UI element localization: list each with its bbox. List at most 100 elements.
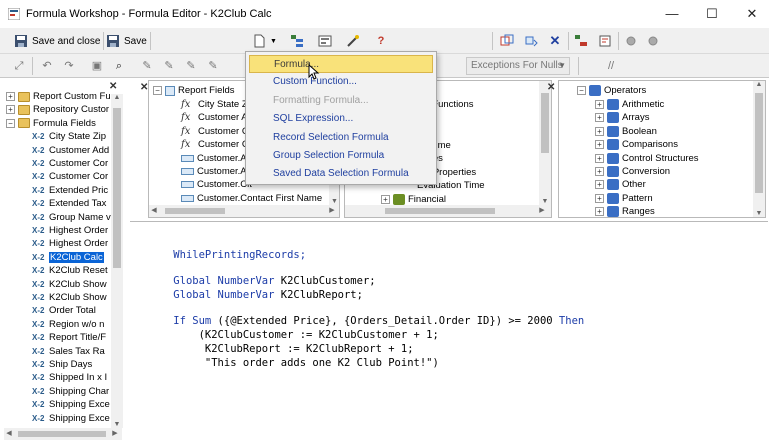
folder-node[interactable]: + Report Custom Fu xyxy=(6,90,111,103)
expander-icon[interactable]: + xyxy=(595,113,604,123)
toggle-properties-button[interactable] xyxy=(290,32,304,50)
field-node[interactable]: Customer.A xyxy=(181,152,247,165)
comment-button[interactable]: // xyxy=(604,57,618,75)
field-node[interactable]: Customer.Cit xyxy=(181,178,252,191)
bookmark-next-icon[interactable]: ✎ xyxy=(160,57,178,75)
expander-icon[interactable]: − xyxy=(6,118,15,128)
operator-category-node[interactable]: + Other xyxy=(595,178,646,191)
formula-node[interactable]: X-2 Customer Cor xyxy=(32,157,108,170)
folder-node[interactable]: + Repository Custor xyxy=(6,103,109,116)
scroll-thumb[interactable] xyxy=(113,108,121,268)
field-node[interactable]: fx Customer Co xyxy=(181,125,254,138)
field-node[interactable]: Customer.A xyxy=(181,165,247,178)
maximize-button[interactable]: ☐ xyxy=(697,4,727,24)
scroll-down-icon[interactable]: ▼ xyxy=(329,198,339,205)
operator-category-node[interactable]: + Boolean xyxy=(595,125,657,138)
redo-icon[interactable]: ↷ xyxy=(60,57,78,75)
expander-icon[interactable]: + xyxy=(6,92,15,101)
save-and-close-button[interactable]: Save and close xyxy=(14,32,100,50)
menu-item[interactable]: Group Selection Formula xyxy=(249,147,433,165)
scroll-thumb[interactable] xyxy=(541,93,549,153)
scroll-thumb[interactable] xyxy=(18,431,106,437)
operator-category-node[interactable]: + Ranges xyxy=(595,205,655,217)
operator-category-node[interactable]: + Control Structures xyxy=(595,152,699,165)
show-properties-button[interactable] xyxy=(318,32,332,50)
expander-icon[interactable]: − xyxy=(153,86,162,95)
expander-icon[interactable]: + xyxy=(595,126,604,136)
expander-icon[interactable]: + xyxy=(6,105,15,115)
formula-node[interactable]: X-2 Shipping Exce xyxy=(32,412,110,425)
formula-node[interactable]: X-2 K2Club Calc xyxy=(32,251,104,264)
minimize-button[interactable]: — xyxy=(657,4,687,24)
formula-node[interactable]: X-2 Highest Order xyxy=(32,224,108,237)
menu-item[interactable]: SQL Expression... xyxy=(249,110,433,128)
formula-node[interactable]: X-2 Report Title/F xyxy=(32,331,106,344)
formula-node[interactable]: X-2 Extended Tax xyxy=(32,197,106,210)
formula-node[interactable]: X-2 Shipped In x I xyxy=(32,371,107,384)
save-button[interactable]: Save xyxy=(106,32,147,50)
formula-node[interactable]: X-2 Region w/o n xyxy=(32,318,104,331)
scroll-right-icon[interactable]: ▶ xyxy=(537,206,547,214)
show-formula-button[interactable] xyxy=(598,32,612,50)
expand-node-button[interactable] xyxy=(574,32,588,50)
scroll-right-icon[interactable]: ▶ xyxy=(327,206,337,214)
formula-node[interactable]: X-2 Group Name v xyxy=(32,211,111,224)
formula-node[interactable]: X-2 Shipping Char xyxy=(32,385,109,398)
formula-node[interactable]: X-2 K2Club Show xyxy=(32,291,107,304)
rename-button[interactable] xyxy=(500,32,514,50)
check-icon[interactable]: ⤢ xyxy=(10,57,28,75)
menu-item[interactable]: Formula... xyxy=(249,55,433,73)
null-handling-dropdown[interactable]: Exceptions For Nulls ▼ xyxy=(466,57,570,75)
menu-item[interactable]: Custom Function... xyxy=(249,73,433,91)
scroll-up-icon[interactable]: ▲ xyxy=(753,81,765,88)
help-button[interactable]: ? xyxy=(374,32,388,50)
scroll-thumb[interactable] xyxy=(385,208,495,214)
scroll-up-icon[interactable]: ▲ xyxy=(111,94,123,101)
functions-vscrollbar[interactable]: ▼ xyxy=(539,81,551,205)
scroll-left-icon[interactable]: ◀ xyxy=(4,429,14,437)
expander-icon[interactable]: + xyxy=(595,140,604,150)
field-node[interactable]: fx City State Zi xyxy=(181,98,250,111)
operator-category-node[interactable]: + Comparisons xyxy=(595,138,678,151)
formula-node[interactable]: X-2 Highest Order xyxy=(32,237,108,250)
expander-icon[interactable]: − xyxy=(577,86,586,95)
formula-node[interactable]: X-2 Customer Cor xyxy=(32,170,108,183)
bookmark-prev-icon[interactable]: ✎ xyxy=(182,57,200,75)
scroll-down-icon[interactable]: ▼ xyxy=(539,198,551,205)
operator-category-node[interactable]: + Conversion xyxy=(595,165,670,178)
report-fields-root[interactable]: − Report Fields xyxy=(153,84,235,97)
expander-icon[interactable]: + xyxy=(595,100,604,109)
field-node[interactable]: fx Customer Co xyxy=(181,138,254,151)
close-window-button[interactable]: ✕ xyxy=(737,4,767,24)
bookmark-toggle-icon[interactable]: ✎ xyxy=(138,57,156,75)
expander-icon[interactable]: + xyxy=(595,167,604,176)
functions-hscrollbar[interactable]: ▶ xyxy=(345,205,551,217)
folder-node[interactable]: − Formula Fields xyxy=(6,117,96,130)
formula-node[interactable]: X-2 Ship Days xyxy=(32,358,92,371)
operators-root[interactable]: − Operators xyxy=(577,84,646,97)
scroll-down-icon[interactable]: ▼ xyxy=(111,421,123,428)
chevron-down-icon[interactable]: ▼ xyxy=(270,38,277,45)
field-node[interactable]: fx Customer Ac xyxy=(181,111,252,124)
operators-vscrollbar[interactable]: ▲ ▼ xyxy=(753,81,765,217)
scroll-right-icon[interactable]: ▶ xyxy=(110,429,120,437)
scroll-left-icon[interactable]: ◀ xyxy=(149,206,159,214)
expander-icon[interactable]: + xyxy=(381,195,390,204)
formula-node[interactable]: X-2 Sales Tax Ra xyxy=(32,345,105,358)
scroll-down-icon[interactable]: ▼ xyxy=(753,210,765,217)
field-node[interactable]: Customer.Contact First Name xyxy=(181,192,322,205)
scroll-thumb[interactable] xyxy=(755,93,763,193)
workshop-tree-scrollbar[interactable]: ▲ ▼ xyxy=(111,94,123,428)
undo-icon[interactable]: ↶ xyxy=(38,57,56,75)
fields-hscrollbar[interactable]: ◀ ▶ xyxy=(149,205,339,217)
expander-icon[interactable]: + xyxy=(595,180,604,190)
workshop-hscrollbar[interactable]: ◀ ▶ xyxy=(4,428,122,440)
operator-category-node[interactable]: + Pattern xyxy=(595,192,653,205)
find-icon[interactable]: ⌕ xyxy=(110,57,128,75)
use-expert-button[interactable] xyxy=(646,32,660,50)
browse-data-icon[interactable]: ▣ xyxy=(88,57,106,75)
formula-node[interactable]: X-2 Shipping Exce xyxy=(32,398,110,411)
menu-item[interactable]: Record Selection Formula xyxy=(249,129,433,147)
close-icon[interactable]: ✕ xyxy=(140,82,148,93)
formula-node[interactable]: X-2 Order Total xyxy=(32,304,96,317)
